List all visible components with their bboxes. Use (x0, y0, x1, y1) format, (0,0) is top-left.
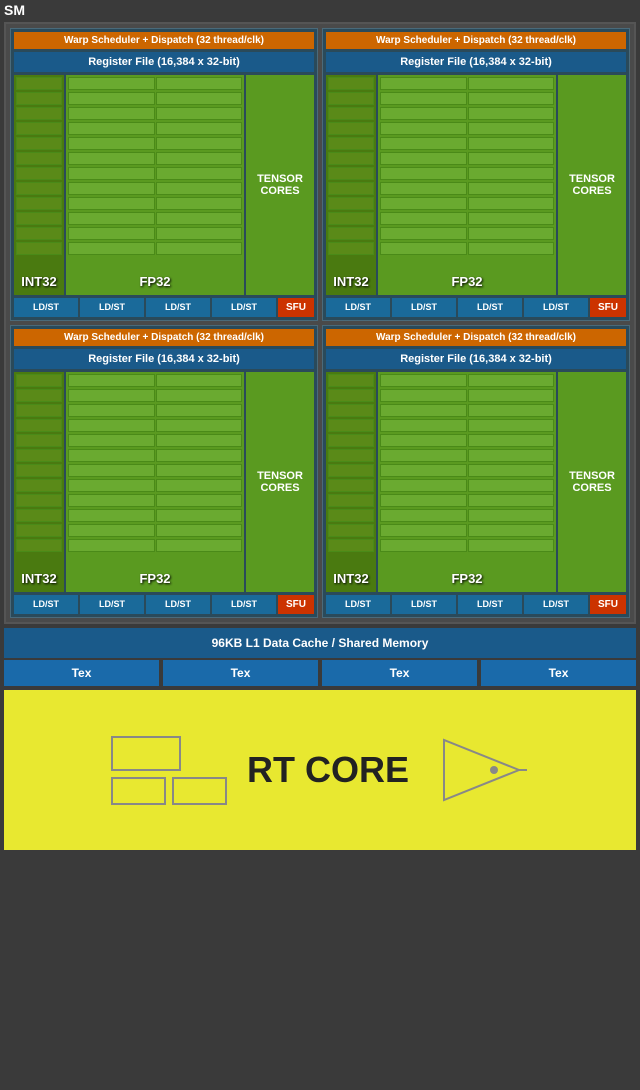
cores-grid-area-0: INT32 FP32 TENSOR CORES (14, 75, 314, 295)
sfu-0: SFU (278, 298, 314, 317)
sfu-3: SFU (590, 595, 626, 614)
ldst-0-2: LD/ST (146, 298, 210, 317)
bottom-units-0: LD/ST LD/ST LD/ST LD/ST SFU (14, 298, 314, 317)
fp32-section-2: FP32 (66, 372, 244, 592)
ldst-0-0: LD/ST (14, 298, 78, 317)
quads-grid: Warp Scheduler + Dispatch (32 thread/clk… (10, 28, 630, 618)
quad-3: Warp Scheduler + Dispatch (32 thread/clk… (322, 325, 630, 618)
rt-core: RT CORE (4, 690, 636, 850)
tex-1: Tex (163, 660, 318, 686)
rt-core-label: RT CORE (247, 749, 409, 791)
ldst-1-2: LD/ST (458, 298, 522, 317)
tex-row: Tex Tex Tex Tex (4, 660, 636, 686)
warp-scheduler-2: Warp Scheduler + Dispatch (32 thread/clk… (14, 329, 314, 346)
quad-2: Warp Scheduler + Dispatch (32 thread/clk… (10, 325, 318, 618)
warp-scheduler-3: Warp Scheduler + Dispatch (32 thread/clk… (326, 329, 626, 346)
warp-scheduler-0: Warp Scheduler + Dispatch (32 thread/clk… (14, 32, 314, 49)
int32-section-3: INT32 (326, 372, 376, 592)
sm-label: SM (0, 0, 640, 20)
bottom-units-3: LD/ST LD/ST LD/ST LD/ST SFU (326, 595, 626, 614)
ldst-2-2: LD/ST (146, 595, 210, 614)
fp32-section-3: FP32 (378, 372, 556, 592)
tex-0: Tex (4, 660, 159, 686)
register-file-3: Register File (16,384 x 32-bit) (326, 349, 626, 369)
ldst-3-1: LD/ST (392, 595, 456, 614)
ldst-1-3: LD/ST (524, 298, 588, 317)
rt-diagram-left (111, 736, 227, 805)
bottom-units-1: LD/ST LD/ST LD/ST LD/ST SFU (326, 298, 626, 317)
cores-grid-area-3: INT32 FP32 TENSOR CORES (326, 372, 626, 592)
ldst-0-1: LD/ST (80, 298, 144, 317)
register-file-2: Register File (16,384 x 32-bit) (14, 349, 314, 369)
ldst-2-0: LD/ST (14, 595, 78, 614)
ldst-1-1: LD/ST (392, 298, 456, 317)
rt-box-bot-left (111, 777, 166, 805)
cores-grid-area-1: INT32 FP32 TENSOR CORES (326, 75, 626, 295)
tensor-section-2: TENSOR CORES (246, 372, 314, 592)
ldst-3-0: LD/ST (326, 595, 390, 614)
sfu-1: SFU (590, 298, 626, 317)
ldst-2-1: LD/ST (80, 595, 144, 614)
l1-cache: 96KB L1 Data Cache / Shared Memory (4, 628, 636, 658)
ldst-3-2: LD/ST (458, 595, 522, 614)
sfu-2: SFU (278, 595, 314, 614)
fp32-section-0: FP32 (66, 75, 244, 295)
tensor-section-1: TENSOR CORES (558, 75, 626, 295)
int32-section-2: INT32 (14, 372, 64, 592)
int32-section-1: INT32 (326, 75, 376, 295)
ldst-2-3: LD/ST (212, 595, 276, 614)
rt-box-bot-right (172, 777, 227, 805)
ldst-3-3: LD/ST (524, 595, 588, 614)
warp-scheduler-1: Warp Scheduler + Dispatch (32 thread/clk… (326, 32, 626, 49)
register-file-0: Register File (16,384 x 32-bit) (14, 52, 314, 72)
register-file-1: Register File (16,384 x 32-bit) (326, 52, 626, 72)
tensor-section-0: TENSOR CORES (246, 75, 314, 295)
outer-container: Warp Scheduler + Dispatch (32 thread/clk… (4, 22, 636, 624)
fp32-section-1: FP32 (378, 75, 556, 295)
ldst-1-0: LD/ST (326, 298, 390, 317)
quad-1: Warp Scheduler + Dispatch (32 thread/clk… (322, 28, 630, 321)
rt-box-top (111, 736, 181, 771)
ldst-0-3: LD/ST (212, 298, 276, 317)
quad-0: Warp Scheduler + Dispatch (32 thread/clk… (10, 28, 318, 321)
bottom-units-2: LD/ST LD/ST LD/ST LD/ST SFU (14, 595, 314, 614)
tex-3: Tex (481, 660, 636, 686)
tex-2: Tex (322, 660, 477, 686)
int32-section-0: INT32 (14, 75, 64, 295)
cores-grid-area-2: INT32 FP32 TENSOR CORES (14, 372, 314, 592)
tensor-section-3: TENSOR CORES (558, 372, 626, 592)
rt-diagram-right (439, 730, 529, 810)
